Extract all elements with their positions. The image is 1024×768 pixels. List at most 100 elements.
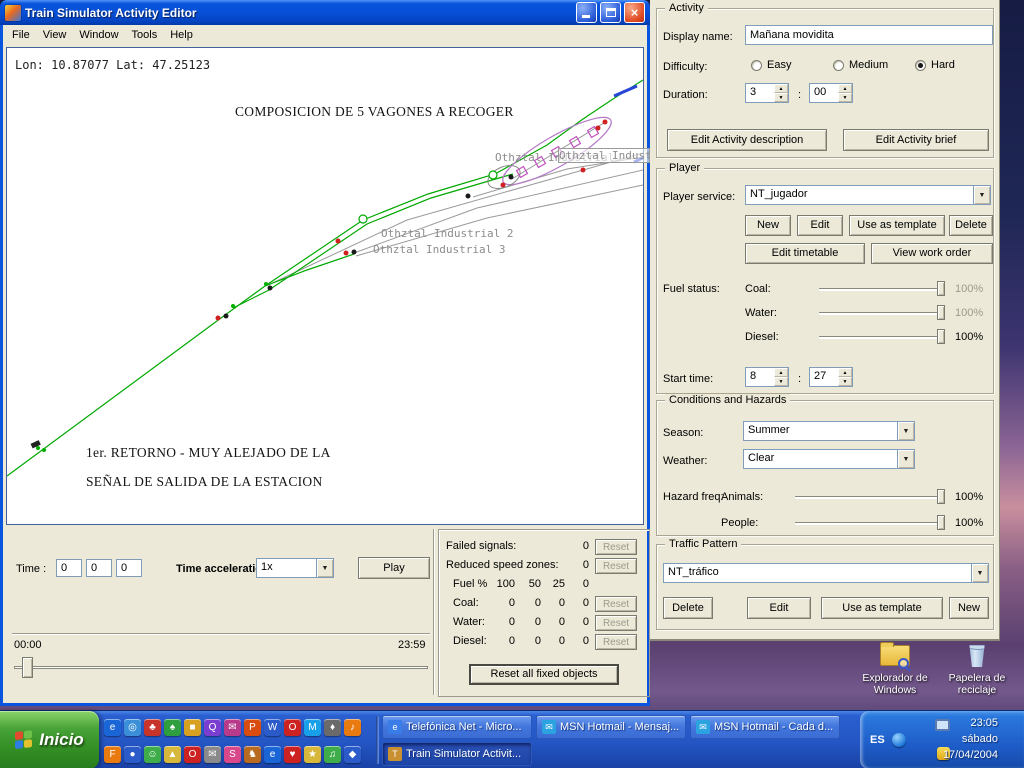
quick-launch-icon[interactable]: ♞ [244,746,261,763]
dropdown-arrow-icon[interactable] [971,564,988,582]
quick-launch-icon[interactable]: ♪ [344,719,361,736]
desktop-icon-recycle-bin[interactable]: Papelera de reciclaje [938,641,1016,696]
diesel-slider[interactable] [819,329,945,344]
difficulty-medium-radio[interactable]: Medium [833,59,888,71]
quick-launch-icon[interactable]: ♣ [144,719,161,736]
traffic-use-as-template-button[interactable]: Use as template [821,597,943,619]
desktop-icon-windows-explorer[interactable]: Explorador de Windows [856,641,934,696]
coal-slider[interactable] [819,281,945,296]
quick-launch-icon[interactable]: W [264,719,281,736]
weather-select[interactable]: Clear [743,449,915,469]
edit-timetable-button[interactable]: Edit timetable [745,243,865,264]
language-indicator[interactable]: ES [870,734,885,746]
minimize-button[interactable] [576,2,597,23]
slider-thumb[interactable] [937,281,945,296]
quick-launch-icon[interactable]: e [104,719,121,736]
quick-launch-icon[interactable]: ♫ [324,746,341,763]
station-label-othztal-2[interactable]: Othztal Industrial 2 [381,227,513,240]
reset-failed-signals-button[interactable]: Reset [595,539,637,555]
player-delete-button[interactable]: Delete [949,215,993,236]
duration-minutes-spinner[interactable]: 00 [809,83,853,103]
quick-launch-icon[interactable]: ■ [184,719,201,736]
reset-speed-zones-button[interactable]: Reset [595,558,637,574]
animals-slider[interactable] [795,489,945,504]
quick-launch-icon[interactable]: e [264,746,281,763]
taskbar-task-button[interactable]: ✉ MSN Hotmail - Cada d... [690,715,840,739]
clock[interactable]: 23:05 sábado 17/04/2004 [943,715,998,763]
spinner-down-icon[interactable] [838,93,852,102]
spinner-down-icon[interactable] [838,377,852,386]
edit-activity-description-button[interactable]: Edit Activity description [667,129,827,151]
timeline-thumb[interactable] [22,657,33,678]
menu-item[interactable]: Window [79,26,127,44]
slider-thumb[interactable] [937,515,945,530]
start-minutes-spinner[interactable]: 27 [809,367,853,387]
player-use-as-template-button[interactable]: Use as template [849,215,945,236]
slider-thumb[interactable] [937,489,945,504]
station-label-othztal-boxed[interactable]: Othztal Industrial [558,148,650,163]
spinner-down-icon[interactable] [774,377,788,386]
timeline-track[interactable] [14,666,428,669]
maximize-button[interactable] [600,2,621,23]
menu-item[interactable]: Tools [132,26,167,44]
menu-item[interactable]: File [12,26,39,44]
reset-all-fixed-objects-button[interactable]: Reset all fixed objects [469,664,619,685]
dropdown-arrow-icon[interactable] [897,422,914,440]
reset-water-button[interactable]: Reset [595,615,637,631]
traffic-edit-button[interactable]: Edit [747,597,811,619]
season-select[interactable]: Summer [743,421,915,441]
difficulty-easy-radio[interactable]: Easy [751,59,791,71]
traffic-delete-button[interactable]: Delete [663,597,713,619]
route-map[interactable]: Lon: 10.87077 Lat: 47.25123 COMPOSICION … [6,47,644,525]
spinner-up-icon[interactable] [774,368,788,377]
player-edit-button[interactable]: Edit [797,215,843,236]
quick-launch-icon[interactable]: ★ [304,746,321,763]
quick-launch-icon[interactable]: O [184,746,201,763]
taskbar-task-button-active[interactable]: T Train Simulator Activit... [382,742,532,766]
station-label-othztal-3[interactable]: Othztal Industrial 3 [373,243,505,256]
reset-coal-button[interactable]: Reset [595,596,637,612]
people-slider[interactable] [795,515,945,530]
display-name-input[interactable] [745,25,993,45]
reset-diesel-button[interactable]: Reset [595,634,637,650]
windows-update-icon[interactable] [892,733,906,747]
title-bar[interactable]: Train Simulator Activity Editor [0,0,650,25]
edit-activity-brief-button[interactable]: Edit Activity brief [843,129,989,151]
quick-launch-icon[interactable]: F [104,746,121,763]
view-work-order-button[interactable]: View work order [871,243,993,264]
slider-thumb[interactable] [937,329,945,344]
slider-thumb[interactable] [937,305,945,320]
player-service-select[interactable]: NT_jugador [745,185,991,205]
play-button[interactable]: Play [358,557,430,579]
difficulty-hard-radio[interactable]: Hard [915,59,955,71]
menu-item[interactable]: Help [170,26,202,44]
menu-item[interactable]: View [43,26,76,44]
spinner-up-icon[interactable] [838,368,852,377]
water-slider[interactable] [819,305,945,320]
time-acceleration-select[interactable]: 1x [256,558,334,578]
dropdown-arrow-icon[interactable] [897,450,914,468]
taskbar-task-button[interactable]: e Telefónica Net - Micro... [382,715,532,739]
quick-launch-icon[interactable]: ▲ [164,746,181,763]
traffic-pattern-select[interactable]: NT_tráfico [663,563,989,583]
dropdown-arrow-icon[interactable] [316,559,333,577]
time-hours-input[interactable] [56,559,82,577]
spinner-up-icon[interactable] [838,84,852,93]
spinner-up-icon[interactable] [774,84,788,93]
quick-launch-icon[interactable]: ♦ [324,719,341,736]
start-hours-spinner[interactable]: 8 [745,367,789,387]
dropdown-arrow-icon[interactable] [973,186,990,204]
quick-launch-icon[interactable]: ♥ [284,746,301,763]
quick-launch-icon[interactable]: ✉ [224,719,241,736]
taskbar-task-button[interactable]: ✉ MSN Hotmail - Mensaj... [536,715,686,739]
quick-launch-icon[interactable]: ◆ [344,746,361,763]
quick-launch-icon[interactable]: P [244,719,261,736]
time-seconds-input[interactable] [116,559,142,577]
quick-launch-icon[interactable]: ♠ [164,719,181,736]
quick-launch-icon[interactable]: M [304,719,321,736]
quick-launch-icon[interactable]: O [284,719,301,736]
start-button[interactable]: Inicio [0,711,99,768]
close-button[interactable] [624,2,645,23]
duration-hours-spinner[interactable]: 3 [745,83,789,103]
quick-launch-icon[interactable]: ☺ [144,746,161,763]
